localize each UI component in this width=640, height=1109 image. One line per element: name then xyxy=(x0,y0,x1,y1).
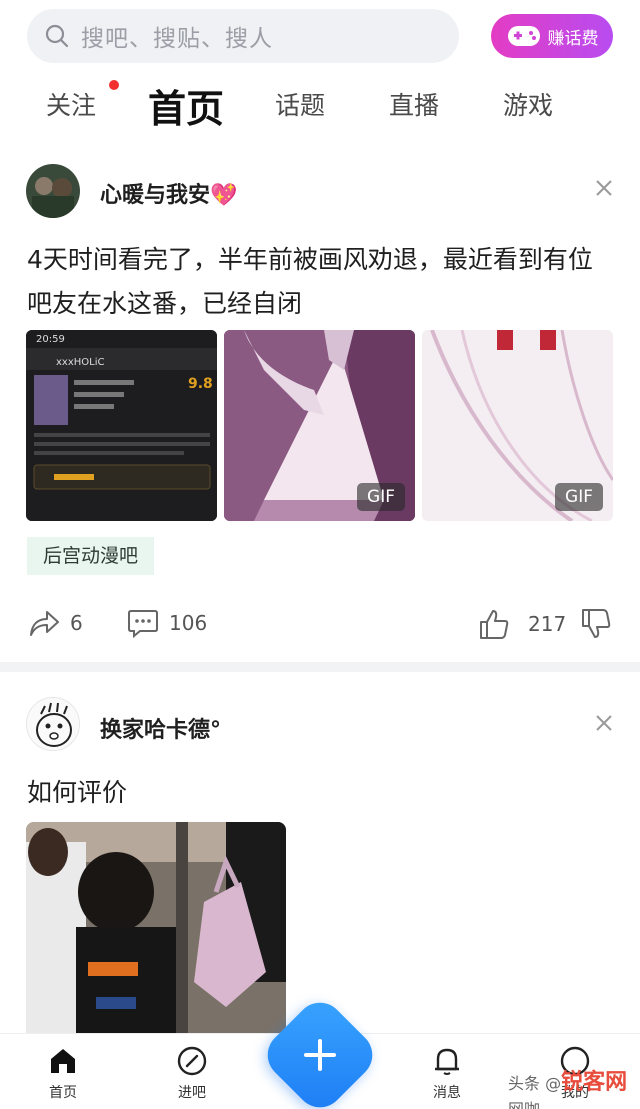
watermark: 头条 @锐客网网咖 xyxy=(508,1064,640,1109)
tab-live[interactable]: 直播 xyxy=(389,86,439,122)
plus-icon xyxy=(304,1039,336,1071)
post-actions: 6 106 217 xyxy=(0,608,640,648)
share-icon xyxy=(30,611,59,636)
gif-badge: GIF xyxy=(555,483,603,511)
thumbs-down-icon xyxy=(582,609,611,638)
close-icon[interactable] xyxy=(594,713,614,733)
share-button[interactable]: 6 xyxy=(28,608,83,638)
author-name[interactable]: 心暖与我安💖 xyxy=(100,177,237,209)
forum-tag[interactable]: 后宫动漫吧 xyxy=(27,537,155,575)
comment-count: 106 xyxy=(169,611,208,635)
screenshot-title: xxxHOLiC xyxy=(56,357,105,368)
nav-forums-label: 进吧 xyxy=(178,1085,206,1101)
tab-home-label: 首页 xyxy=(148,87,225,131)
nav-home-label: 首页 xyxy=(49,1085,77,1101)
avatar[interactable] xyxy=(26,697,80,751)
image-thumbnail[interactable] xyxy=(26,822,286,1033)
nav-messages-label: 消息 xyxy=(433,1085,461,1101)
search-bar[interactable]: 搜吧、搜贴、搜人 xyxy=(27,9,459,63)
tab-home[interactable]: 首页 xyxy=(142,78,231,133)
close-icon[interactable] xyxy=(594,178,614,198)
tab-follow[interactable]: 关注 xyxy=(46,86,96,122)
compass-icon xyxy=(177,1046,207,1076)
watermark-prefix: 头条 @ xyxy=(508,1074,562,1093)
bell-icon xyxy=(435,1048,459,1075)
comment-icon xyxy=(128,610,158,638)
nav-forums[interactable]: 进吧 xyxy=(157,1046,227,1102)
tab-topics[interactable]: 话题 xyxy=(275,86,325,122)
search-icon xyxy=(45,24,69,48)
avatar[interactable] xyxy=(26,164,80,218)
gamepad-icon xyxy=(507,26,540,46)
home-icon xyxy=(51,1049,75,1073)
thumbs-up-icon xyxy=(480,610,509,639)
image-thumbnail[interactable]: GIF xyxy=(224,330,415,521)
nav-home[interactable]: 首页 xyxy=(28,1046,98,1102)
search-placeholder: 搜吧、搜贴、搜人 xyxy=(81,26,273,52)
card-divider xyxy=(0,662,640,672)
feed-tabs: 关注 首页 话题 直播 游戏 xyxy=(0,72,640,136)
earn-credit-label: 赚话费 xyxy=(547,28,599,49)
post-text[interactable]: 如何评价 xyxy=(27,771,617,815)
image-thumbnail[interactable]: 20:59 xxxHOLiC 9.8 xyxy=(26,330,217,521)
author-name[interactable]: 换家哈卡德° xyxy=(100,712,221,744)
watermark-suffix: 网咖 xyxy=(508,1100,540,1109)
post-text[interactable]: 4天时间看完了，半年前被画风劝退，最近看到有位吧友在水这番，已经自闭 xyxy=(27,238,617,326)
image-thumbnail[interactable]: GIF xyxy=(422,330,613,521)
like-button[interactable]: 217 xyxy=(478,608,566,640)
like-count: 217 xyxy=(528,612,567,636)
rating-score: 9.8 xyxy=(188,376,213,392)
tab-games[interactable]: 游戏 xyxy=(503,86,553,122)
status-time: 20:59 xyxy=(36,334,65,345)
unread-dot xyxy=(109,80,119,90)
comment-button[interactable]: 106 xyxy=(127,608,207,638)
top-bar: 搜吧、搜贴、搜人 赚话费 xyxy=(0,0,640,70)
nav-messages[interactable]: 消息 xyxy=(412,1046,482,1102)
watermark-brand: 锐客网 xyxy=(561,1070,628,1095)
dislike-button[interactable] xyxy=(580,608,622,640)
gif-badge: GIF xyxy=(357,483,405,511)
earn-credit-button[interactable]: 赚话费 xyxy=(491,14,613,58)
share-count: 6 xyxy=(70,611,83,635)
